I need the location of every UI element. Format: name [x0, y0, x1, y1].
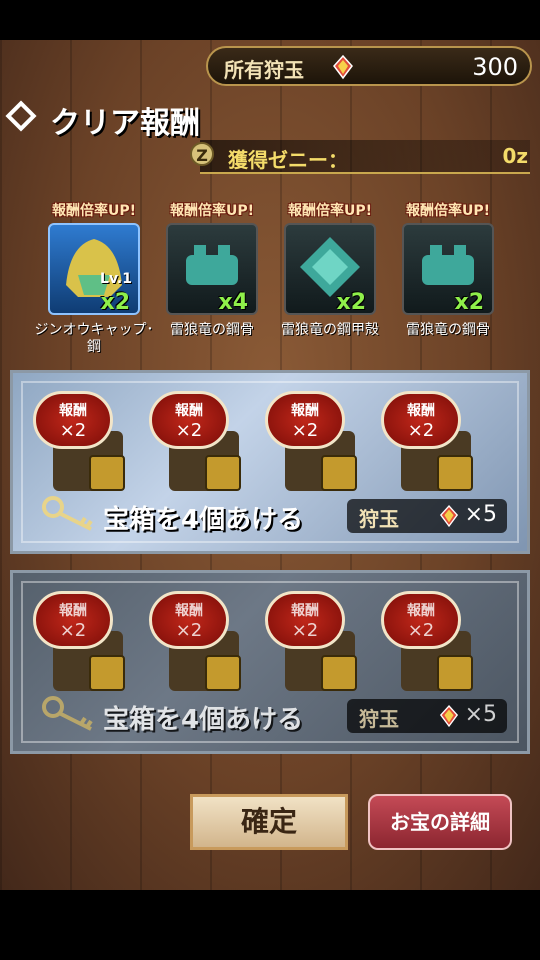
reward-quantity: x2	[100, 290, 131, 315]
reward-name: ジンオウキャップ･鋼	[34, 322, 154, 355]
reward-bonus-label: 報酬倍率UP!	[169, 203, 254, 219]
cost-label: 狩玉	[359, 507, 399, 531]
cost-display: 狩玉 ×5	[347, 699, 507, 733]
lock-icon	[205, 655, 241, 691]
treasure-chest: 報酬 ×2	[33, 591, 133, 701]
open-chests-label: 宝箱を4個あける	[103, 505, 304, 535]
reward-quantity: x2	[336, 290, 367, 315]
confirm-button[interactable]: 確定	[190, 794, 348, 850]
open-chests-option-2[interactable]: 報酬 ×2 報酬 ×2 報酬 ×2 報酬 ×2 宝箱を4個あける 狩玉 ×5	[10, 570, 530, 754]
lock-icon	[89, 655, 125, 691]
lock-icon	[321, 655, 357, 691]
reward-bonus-label: 報酬倍率UP!	[405, 203, 490, 219]
reward-item[interactable]: 報酬倍率UP! Lv.1 x2 ジンオウキャップ･鋼	[35, 200, 154, 360]
currency-display: 所有狩玉 300	[206, 46, 532, 86]
cost-multiplier: ×5	[464, 502, 497, 527]
title-diamond-icon	[5, 100, 37, 132]
reward-multiplier-badge: 報酬 ×2	[33, 591, 113, 649]
currency-label: 所有狩玉	[224, 58, 304, 82]
reward-quantity: x2	[454, 290, 485, 315]
reward-multiplier-badge: 報酬 ×2	[149, 591, 229, 649]
reward-quantity: x4	[218, 290, 249, 315]
bone-icon: x2	[402, 223, 494, 315]
lock-icon	[205, 455, 241, 491]
lock-icon	[321, 455, 357, 491]
zeny-value: 0z	[502, 144, 528, 168]
reward-multiplier-badge: 報酬 ×2	[381, 391, 461, 449]
reward-bonus-label: 報酬倍率UP!	[287, 203, 372, 219]
zeny-icon: Z	[190, 142, 214, 166]
treasure-chest: 報酬 ×2	[149, 591, 249, 701]
helmet-icon: Lv.1 x2	[48, 223, 140, 315]
lock-icon	[437, 455, 473, 491]
reward-level: Lv.1	[100, 271, 132, 287]
currency-value: 300	[472, 53, 518, 81]
treasure-chest: 報酬 ×2	[381, 391, 481, 501]
reward-screen: 所有狩玉 300 クリア報酬 Z 獲得ゼニー： 0z 報酬倍率UP! Lv.1 …	[0, 40, 540, 890]
treasure-chest: 報酬 ×2	[381, 591, 481, 701]
reward-item[interactable]: 報酬倍率UP! x4 雷狼竜の鋼骨	[156, 200, 268, 360]
treasure-details-button[interactable]: お宝の詳細	[368, 794, 512, 850]
lock-icon	[437, 655, 473, 691]
reward-name: 雷狼竜の鋼骨	[170, 322, 254, 338]
reward-multiplier-badge: 報酬 ×2	[149, 391, 229, 449]
lock-icon	[89, 455, 125, 491]
treasure-chest: 報酬 ×2	[265, 391, 365, 501]
cost-display: 狩玉 ×5	[347, 499, 507, 533]
reward-name: 雷狼竜の鋼甲殻	[281, 322, 379, 338]
key-icon	[42, 696, 93, 731]
reward-multiplier-badge: 報酬 ×2	[381, 591, 461, 649]
shell-icon: x2	[284, 223, 376, 315]
hunting-gem-icon	[333, 54, 353, 80]
cost-multiplier: ×5	[464, 702, 497, 727]
open-chests-option-1[interactable]: 報酬 ×2 報酬 ×2 報酬 ×2 報酬 ×2 宝箱を4個あける 狩玉 ×5	[10, 370, 530, 554]
reward-item[interactable]: 報酬倍率UP! x2 雷狼竜の鋼骨	[392, 200, 504, 360]
reward-multiplier-badge: 報酬 ×2	[265, 391, 345, 449]
reward-item[interactable]: 報酬倍率UP! x2 雷狼竜の鋼甲殻	[274, 200, 386, 360]
hunting-gem-icon	[439, 504, 459, 528]
key-icon	[42, 496, 93, 531]
reward-multiplier-badge: 報酬 ×2	[33, 391, 113, 449]
treasure-chest: 報酬 ×2	[149, 391, 249, 501]
hunting-gem-icon	[439, 704, 459, 728]
zeny-label: 獲得ゼニー：	[228, 148, 348, 172]
treasure-chest: 報酬 ×2	[33, 391, 133, 501]
reward-multiplier-badge: 報酬 ×2	[265, 591, 345, 649]
open-chests-label: 宝箱を4個あける	[103, 705, 304, 735]
reward-bonus-label: 報酬倍率UP!	[51, 203, 136, 219]
page-title: クリア報酬	[50, 106, 200, 141]
treasure-chest: 報酬 ×2	[265, 591, 365, 701]
bone-icon: x4	[166, 223, 258, 315]
reward-name: 雷狼竜の鋼骨	[406, 322, 490, 338]
reward-list: 報酬倍率UP! Lv.1 x2 ジンオウキャップ･鋼 報酬倍率UP! x4 雷狼…	[35, 200, 508, 360]
cost-label: 狩玉	[359, 707, 399, 731]
